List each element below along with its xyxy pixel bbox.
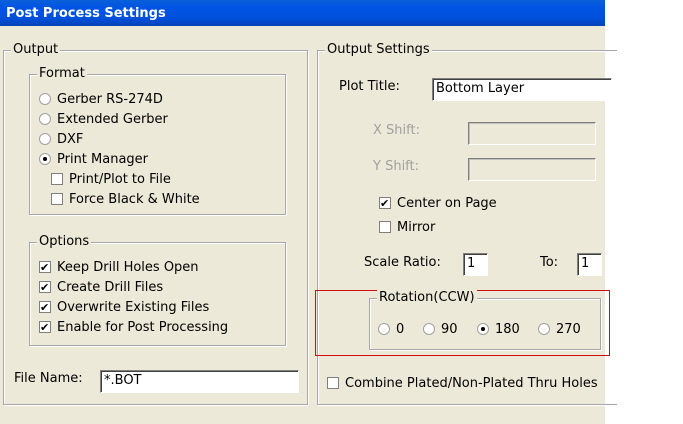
radio-label: 180 [495,321,520,337]
radio-label: Print Manager [57,151,149,167]
radio-label: Extended Gerber [57,111,168,127]
checkbox-label: Create Drill Files [57,279,164,295]
create-drill-files-checkbox[interactable]: Create Drill Files [39,278,163,296]
options-group-label: Options [37,234,92,250]
format-radio-dxf[interactable]: DXF [39,130,83,148]
output-settings-label: Output Settings [325,42,432,58]
radio-button[interactable] [39,133,51,145]
radio-label: 270 [556,321,581,337]
format-radio-extended-gerber[interactable]: Extended Gerber [39,110,168,128]
checkbox[interactable] [379,221,391,233]
scale-to-label: To: [540,255,559,270]
window-title: Post Process Settings [6,6,166,21]
format-radio-print-manager[interactable]: Print Manager [39,150,148,168]
center-on-page-checkbox[interactable]: Center on Page [379,194,497,212]
overwrite-files-checkbox[interactable]: Overwrite Existing Files [39,298,209,316]
radio-button[interactable] [477,323,489,335]
checkbox[interactable] [39,301,51,313]
mirror-checkbox[interactable]: Mirror [379,218,435,236]
plot-title-input[interactable]: Bottom Layer [432,78,612,101]
radio-label: Gerber RS-274D [57,91,163,107]
checkbox[interactable] [327,377,339,389]
checkbox-label: Mirror [397,219,436,235]
rotation-group-label: Rotation(CCW) [377,290,477,306]
format-radio-gerber[interactable]: Gerber RS-274D [39,90,163,108]
rotation-radio-90[interactable]: 90 [423,320,458,338]
rotation-radio-270[interactable]: 270 [538,320,581,338]
file-name-label: File Name: [14,371,83,386]
checkbox-label: Force Black & White [69,191,200,207]
radio-button[interactable] [423,323,435,335]
checkbox[interactable] [39,321,51,333]
file-name-input[interactable]: *.BOT [100,370,299,393]
format-group-label: Format [37,66,87,82]
checkbox[interactable] [51,173,63,185]
combine-thru-holes-checkbox[interactable]: Combine Plated/Non-Plated Thru Holes [327,374,598,392]
radio-button[interactable] [39,113,51,125]
x-shift-input[interactable] [468,122,596,145]
radio-button[interactable] [538,323,550,335]
plot-title-label: Plot Title: [339,79,400,94]
checkbox[interactable] [51,193,63,205]
scale-ratio-label: Scale Ratio: [364,255,441,270]
force-bw-checkbox[interactable]: Force Black & White [51,190,200,208]
checkbox-label: Center on Page [397,195,497,211]
scale-ratio-input[interactable]: 1 [463,253,488,276]
radio-button[interactable] [378,323,390,335]
rotation-radio-180[interactable]: 180 [477,320,520,338]
rotation-radio-0[interactable]: 0 [378,320,404,338]
y-shift-input[interactable] [468,158,596,181]
checkbox-label: Overwrite Existing Files [57,299,210,315]
radio-button[interactable] [39,93,51,105]
radio-button[interactable] [39,153,51,165]
enable-post-processing-checkbox[interactable]: Enable for Post Processing [39,318,228,336]
radio-label: 90 [441,321,458,337]
y-shift-label: Y Shift: [373,159,420,174]
print-to-file-checkbox[interactable]: Print/Plot to File [51,170,171,188]
x-shift-label: X Shift: [373,123,420,138]
radio-label: DXF [57,131,84,147]
checkbox[interactable] [39,281,51,293]
checkbox[interactable] [39,261,51,273]
checkbox-label: Enable for Post Processing [57,319,229,335]
keep-drill-holes-checkbox[interactable]: Keep Drill Holes Open [39,258,199,276]
scale-to-input[interactable]: 1 [577,253,602,276]
checkbox-label: Print/Plot to File [69,171,171,187]
checkbox[interactable] [379,197,391,209]
checkbox-label: Combine Plated/Non-Plated Thru Holes [345,375,598,391]
output-group-label: Output [11,42,61,58]
window-titlebar[interactable]: Post Process Settings [0,0,605,26]
checkbox-label: Keep Drill Holes Open [57,259,199,275]
radio-label: 0 [396,321,405,337]
